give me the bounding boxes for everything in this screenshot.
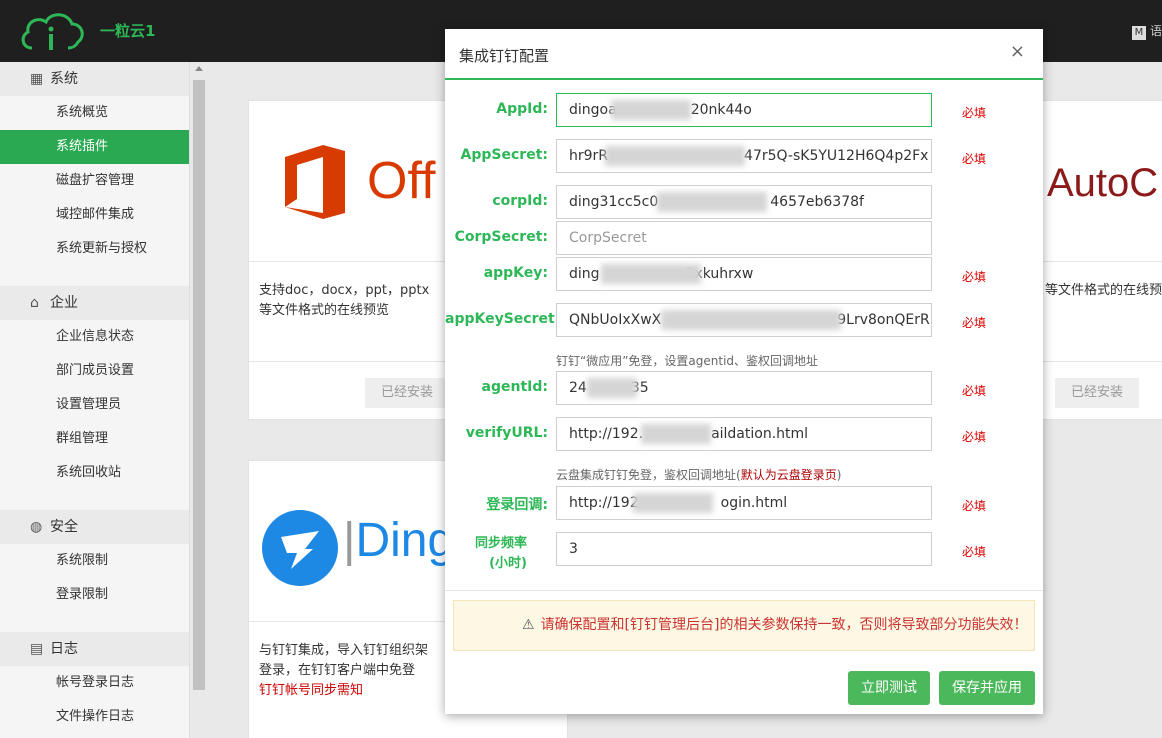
appkey-label: appKey:	[483, 265, 548, 281]
sidebar-item-departments[interactable]: 部门成员设置	[0, 354, 189, 388]
appid-required: 必填	[962, 106, 987, 120]
callback-input[interactable]: http://192 ogin.html	[556, 486, 932, 520]
appkeysecret-required: 必填	[962, 316, 987, 330]
autoc-desc: 等文件格式的在线预	[1045, 283, 1162, 298]
scroll-up-arrow-icon[interactable]	[195, 66, 203, 71]
appkeysecret-label: appKeySecret:	[445, 311, 561, 327]
warning-icon: ⚠	[522, 617, 535, 633]
sidebar-item-file-log[interactable]: 文件操作日志	[0, 700, 189, 734]
office-logo-icon	[285, 145, 345, 219]
sidebar-item-plugins[interactable]: 系统插件	[0, 130, 189, 164]
save-apply-button[interactable]: 保存并应用	[939, 671, 1035, 705]
language-label: 语	[1149, 24, 1162, 38]
sidebar-item-groups[interactable]: 群组管理	[0, 422, 189, 456]
corpid-input[interactable]: ding31cc5c0 4657eb6378f	[556, 185, 932, 219]
sidebar-item-login-limits[interactable]: 登录限制	[0, 578, 189, 612]
grid-icon: ▦	[30, 71, 44, 87]
sync-required: 必填	[962, 545, 987, 559]
verifyurl-required: 必填	[962, 430, 987, 444]
dialog-header: 集成钉钉配置 ×	[445, 29, 1043, 80]
callback-required: 必填	[962, 499, 987, 513]
appkey-input[interactable]: ding 3xkuhrxw	[556, 257, 932, 291]
appsecret-label: AppSecret:	[460, 147, 548, 163]
home-icon: ⌂	[30, 295, 39, 311]
office-desc-1: 支持doc，docx，ppt，pptx	[259, 283, 430, 298]
sync-frequency-label: 同步频率	[474, 536, 527, 551]
sidebar-item-system-limits[interactable]: 系统限制	[0, 544, 189, 578]
sync-frequency-unit: (小时)	[489, 556, 527, 571]
warning-notice: ⚠ 请确保配置和[钉钉管理后台]的相关参数保持一致，否则将导致部分功能失效！	[453, 600, 1035, 651]
agentid-required: 必填	[962, 384, 987, 398]
appkeysecret-input[interactable]: QNbUoIxXwX9Lrv8onQErR7H	[556, 303, 932, 337]
sidebar-group-logs[interactable]: ▤ 日志	[0, 632, 189, 666]
brand-name[interactable]: 一粒云1	[100, 20, 155, 41]
installed-button[interactable]: 已经安装	[365, 378, 449, 408]
appsecret-required: 必填	[962, 152, 987, 166]
sidebar-group-security[interactable]: ◍ 安全	[0, 510, 189, 544]
sidebar-item-recycle[interactable]: 系统回收站	[0, 456, 189, 490]
dialog-title: 集成钉钉配置	[459, 47, 550, 65]
callback-hint: 云盘集成钉钉免登，鉴权回调地址(默认为云盘登录页)	[556, 468, 842, 482]
close-icon[interactable]: ×	[1010, 41, 1025, 62]
globe-icon: ◍	[30, 519, 43, 535]
test-button[interactable]: 立即测试	[848, 671, 930, 705]
office-logo-text: Off	[367, 152, 436, 210]
sidebar-item-admins[interactable]: 设置管理员	[0, 388, 189, 422]
dingtalk-logo-icon	[262, 510, 338, 586]
dingtalk-config-dialog: 集成钉钉配置 × AppId: dingoa 20nk44o 必填 AppSecr…	[445, 29, 1043, 714]
agentid-hint: 钉钉“微应用”免登，设置agentid、鉴权回调地址	[556, 354, 819, 368]
dingtalk-desc-1: 与钉钉集成，导入钉钉组织架	[259, 643, 429, 658]
verifyurl-input[interactable]: http://192. aildation.html	[556, 417, 932, 451]
corpid-label: corpId:	[492, 193, 548, 209]
default-login-page-note: 默认为云盘登录页	[740, 468, 837, 482]
sidebar-group-system[interactable]: ▦ 系统	[0, 62, 189, 96]
agentid-input[interactable]: 24 35	[556, 371, 932, 405]
calendar-icon: ▤	[30, 641, 44, 657]
dingtalk-sync-notice-link[interactable]: 钉钉帐号同步需知	[259, 679, 363, 698]
installed-button-autoc[interactable]: 已经安装	[1055, 378, 1139, 408]
sidebar-item-disk[interactable]: 磁盘扩容管理	[0, 164, 189, 198]
sidebar-item-ldap-mail[interactable]: 域控邮件集成	[0, 198, 189, 232]
language-switch[interactable]: M语	[1131, 22, 1162, 40]
appsecret-input[interactable]: hr9rR 47r5Q-sK5YU12H6Q4p2Fx	[556, 139, 932, 173]
appid-label: AppId:	[496, 101, 548, 117]
sidebar-item-overview[interactable]: 系统概览	[0, 96, 189, 130]
dingtalk-logo-text: |Ding	[343, 514, 455, 567]
sidebar-group-enterprise[interactable]: ⌂ 企业	[0, 286, 189, 320]
sidebar-scroll-thumb[interactable]	[193, 80, 205, 690]
sync-frequency-input[interactable]: 3	[556, 532, 932, 566]
sidebar: ▦ 系统 系统概览 系统插件 磁盘扩容管理 域控邮件集成 系统更新与授权 ⌂ 企业 …	[0, 62, 190, 738]
office-desc-2: 等文件格式的在线预览	[259, 303, 390, 318]
language-badge-icon: M	[1131, 26, 1146, 40]
appkey-required: 必填	[962, 270, 987, 284]
sidebar-item-enterprise-info[interactable]: 企业信息状态	[0, 320, 189, 354]
cloud-logo-icon[interactable]	[18, 10, 88, 54]
sidebar-item-login-log[interactable]: 帐号登录日志	[0, 666, 189, 700]
verifyurl-label: verifyURL:	[465, 425, 548, 441]
corpsecret-label: CorpSecret:	[454, 229, 548, 245]
sidebar-item-update[interactable]: 系统更新与授权	[0, 232, 189, 266]
appid-input[interactable]: dingoa 20nk44o	[556, 93, 932, 127]
dingtalk-desc-2: 登录，在钉钉客户端中免登	[259, 663, 416, 678]
corpsecret-input[interactable]: CorpSecret	[556, 221, 932, 255]
autoc-logo-text: AutoC	[1047, 161, 1159, 205]
dialog-body: AppId: dingoa 20nk44o 必填 AppSecret: hr9rR…	[445, 80, 1043, 590]
callback-label: 登录回调:	[486, 497, 548, 513]
agentid-label: agentId:	[481, 379, 548, 395]
